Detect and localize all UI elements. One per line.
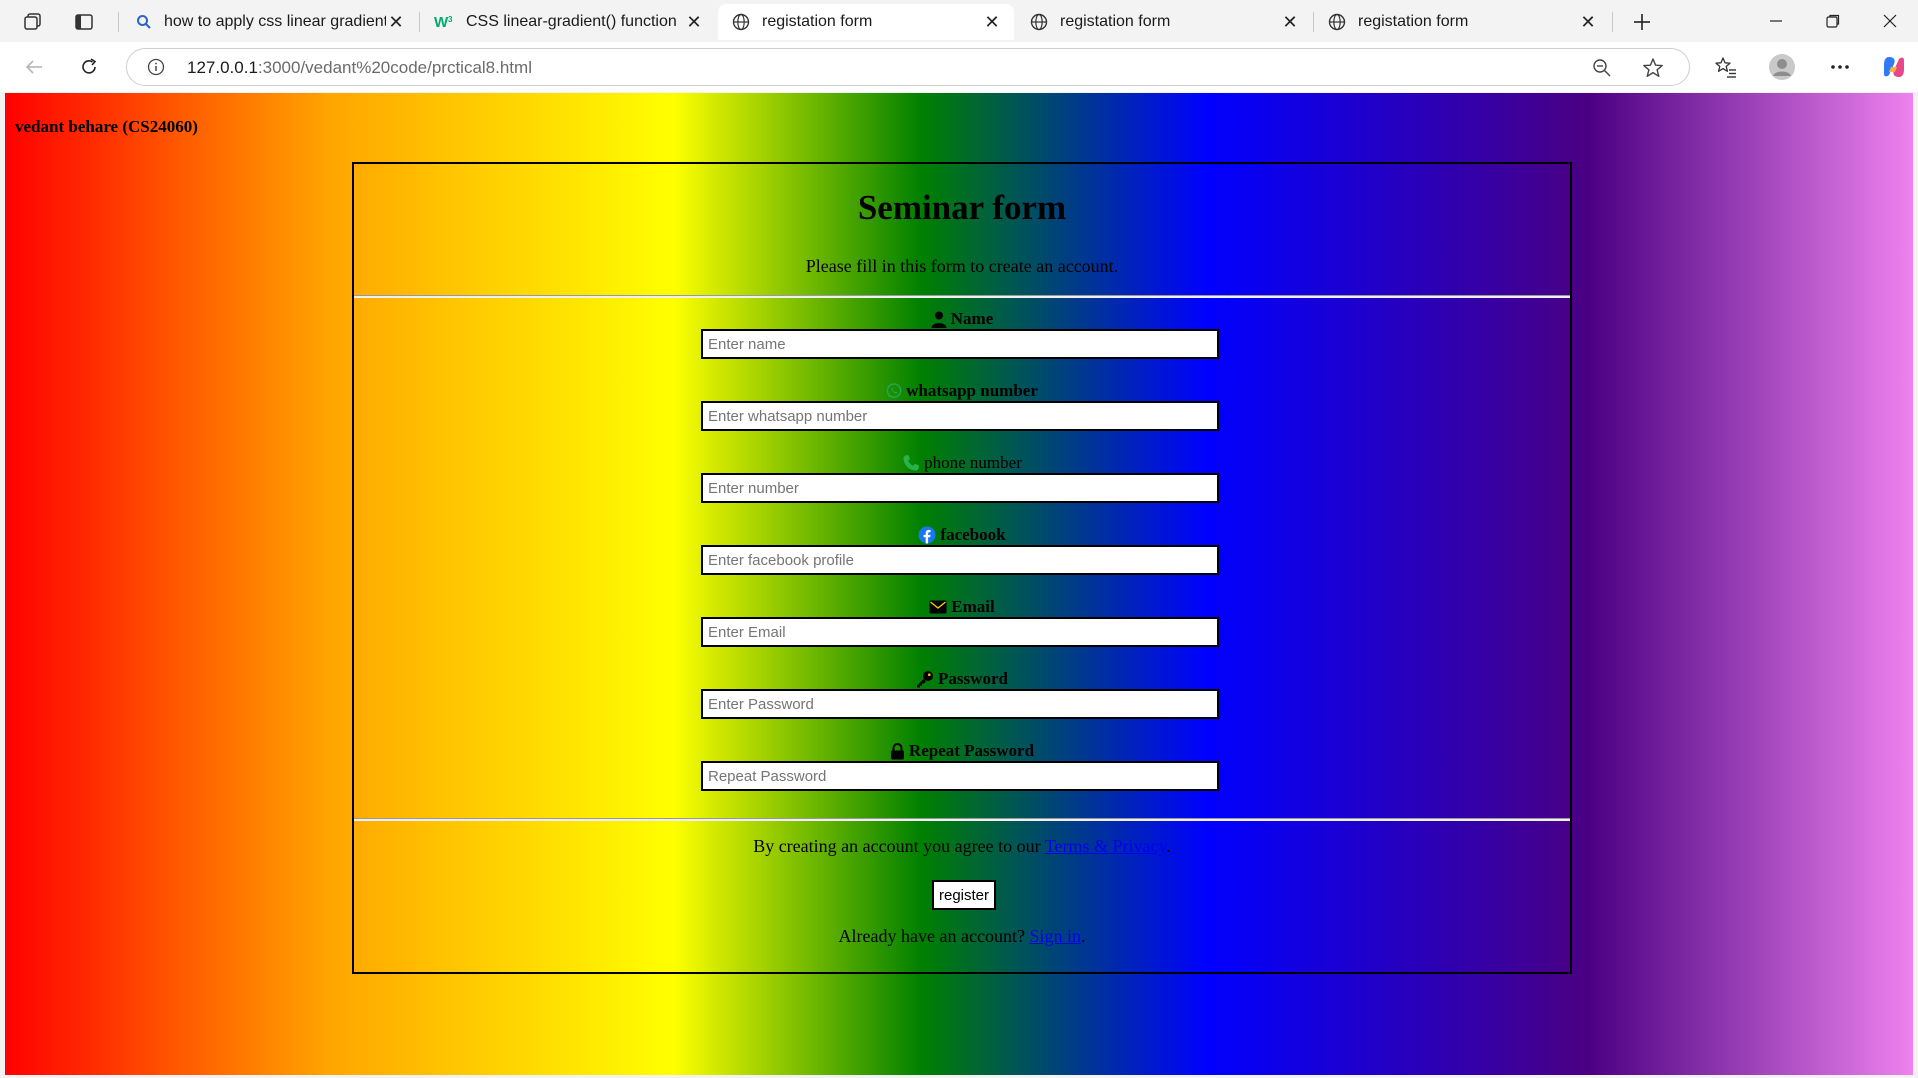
envelope-icon [929, 600, 947, 614]
address-toolbar: 127.0.0.1:3000/vedant%20code/prctical8.h… [0, 42, 1918, 92]
favorite-star-icon[interactable] [1642, 57, 1664, 84]
whatsapp-label: whatsapp number [354, 381, 1570, 401]
tab-separator [118, 12, 119, 32]
svg-text:3: 3 [448, 15, 453, 24]
user-icon [931, 311, 947, 328]
tab-strip: how to apply css linear gradient b ✕ W3 … [0, 0, 1918, 42]
author-heading: vedant behare (CS24060) [15, 117, 198, 136]
tab-close-icon[interactable]: ✕ [1578, 12, 1598, 32]
url-host: 127.0.0.1 [187, 58, 258, 77]
tab-separator [1612, 12, 1613, 32]
globe-icon [732, 13, 750, 31]
facebook-label: facebook [354, 525, 1570, 545]
terms-prefix: By creating an account you agree to our [753, 836, 1045, 856]
favorites-button[interactable] [1709, 51, 1743, 83]
key-icon [916, 670, 934, 688]
tab-2[interactable]: registation form ✕ [718, 4, 1014, 40]
tab-title: registation form [1358, 13, 1469, 30]
restore-icon [1826, 14, 1840, 28]
whatsapp-label-text: whatsapp number [906, 381, 1038, 400]
name-label-text: Name [950, 309, 994, 328]
password-input[interactable] [701, 689, 1219, 719]
password-label: Password [354, 669, 1570, 689]
facebook-icon [918, 526, 936, 544]
avatar-icon [1769, 54, 1795, 80]
tab-close-icon[interactable]: ✕ [1280, 12, 1300, 32]
settings-menu-button[interactable] [1823, 51, 1857, 83]
tab-title: registation form [1060, 13, 1171, 30]
url-path: :3000/vedant%20code/prctical8.html [257, 58, 532, 77]
email-label-text: Email [951, 597, 995, 616]
close-icon [1883, 14, 1897, 28]
tab-close-icon[interactable]: ✕ [386, 12, 406, 32]
seminar-form: Seminar form Please fill in this form to… [352, 162, 1572, 974]
restore-button[interactable] [1805, 0, 1861, 42]
globe-icon [1030, 13, 1048, 31]
phone-icon [902, 454, 920, 472]
name-input[interactable] [701, 329, 1219, 359]
phone-input[interactable] [701, 473, 1219, 503]
divider-bottom [354, 818, 1570, 821]
back-arrow-icon [25, 60, 42, 74]
whatsapp-icon [886, 383, 902, 399]
zoom-out-icon[interactable] [1592, 58, 1612, 83]
workspaces-icon[interactable] [16, 8, 50, 36]
email-input[interactable] [701, 617, 1219, 647]
copilot-button[interactable] [1877, 51, 1911, 83]
register-button[interactable]: register [932, 880, 996, 910]
tab-title: CSS linear-gradient() function [466, 13, 677, 30]
tab-0[interactable]: how to apply css linear gradient b ✕ [122, 4, 418, 40]
repeat-password-input[interactable] [701, 761, 1219, 791]
repeat-password-label: Repeat Password [354, 741, 1570, 761]
repeat-password-label-text: Repeat Password [908, 741, 1035, 760]
new-tab-button[interactable] [1625, 6, 1659, 38]
profile-button[interactable] [1765, 51, 1799, 83]
signin-prefix: Already have an account? [838, 926, 1030, 946]
address-bar[interactable]: 127.0.0.1:3000/vedant%20code/prctical8.h… [126, 48, 1690, 86]
plus-icon [1634, 14, 1650, 30]
terms-text: By creating an account you agree to our … [354, 836, 1570, 857]
lock-icon [890, 742, 905, 760]
tab-close-icon[interactable]: ✕ [684, 12, 704, 32]
email-label: Email [354, 597, 1570, 617]
tab-1[interactable]: W3 CSS linear-gradient() function ✕ [420, 4, 716, 40]
minimize-icon [1770, 20, 1782, 22]
tab-4[interactable]: registation form ✕ [1314, 4, 1610, 40]
url-text[interactable]: 127.0.0.1:3000/vedant%20code/prctical8.h… [187, 58, 532, 78]
search-icon [136, 14, 152, 30]
facebook-label-text: facebook [940, 525, 1006, 544]
minimize-button[interactable] [1748, 0, 1804, 42]
terms-privacy-link[interactable]: Terms & Privacy [1045, 836, 1167, 856]
site-info-icon[interactable] [147, 58, 165, 81]
svg-text:W: W [434, 14, 449, 30]
tab-3[interactable]: registation form ✕ [1016, 4, 1312, 40]
more-dots-icon [1831, 65, 1849, 69]
favorites-list-icon [1715, 57, 1736, 78]
tab-title: registation form [762, 13, 873, 30]
globe-icon [1328, 13, 1346, 31]
copilot-icon [1884, 57, 1904, 77]
form-subtitle: Please fill in this form to create an ac… [805, 256, 1119, 276]
phone-label-text: phone number [924, 453, 1022, 472]
divider-top [354, 295, 1570, 298]
form-title: Seminar form [857, 188, 1067, 227]
page-viewport: vedant behare (CS24060) Seminar form Ple… [5, 93, 1913, 1075]
whatsapp-input[interactable] [701, 401, 1219, 431]
terms-suffix: . [1166, 836, 1171, 856]
sign-in-link[interactable]: Sign in [1029, 926, 1081, 946]
tab-actions-icon[interactable] [67, 8, 101, 36]
name-label: Name [354, 309, 1570, 329]
phone-label: phone number [354, 453, 1570, 473]
refresh-button[interactable] [72, 51, 106, 83]
w3schools-icon: W3 [434, 14, 454, 30]
password-label-text: Password [938, 669, 1008, 688]
tab-title: how to apply css linear gradient b [164, 13, 386, 30]
tab-close-icon[interactable]: ✕ [982, 12, 1002, 32]
close-window-button[interactable] [1862, 0, 1918, 42]
refresh-icon [82, 58, 97, 74]
facebook-input[interactable] [701, 545, 1219, 575]
signin-suffix: . [1080, 926, 1086, 946]
signin-text: Already have an account? Sign in. [354, 926, 1570, 947]
back-button[interactable] [17, 51, 51, 83]
